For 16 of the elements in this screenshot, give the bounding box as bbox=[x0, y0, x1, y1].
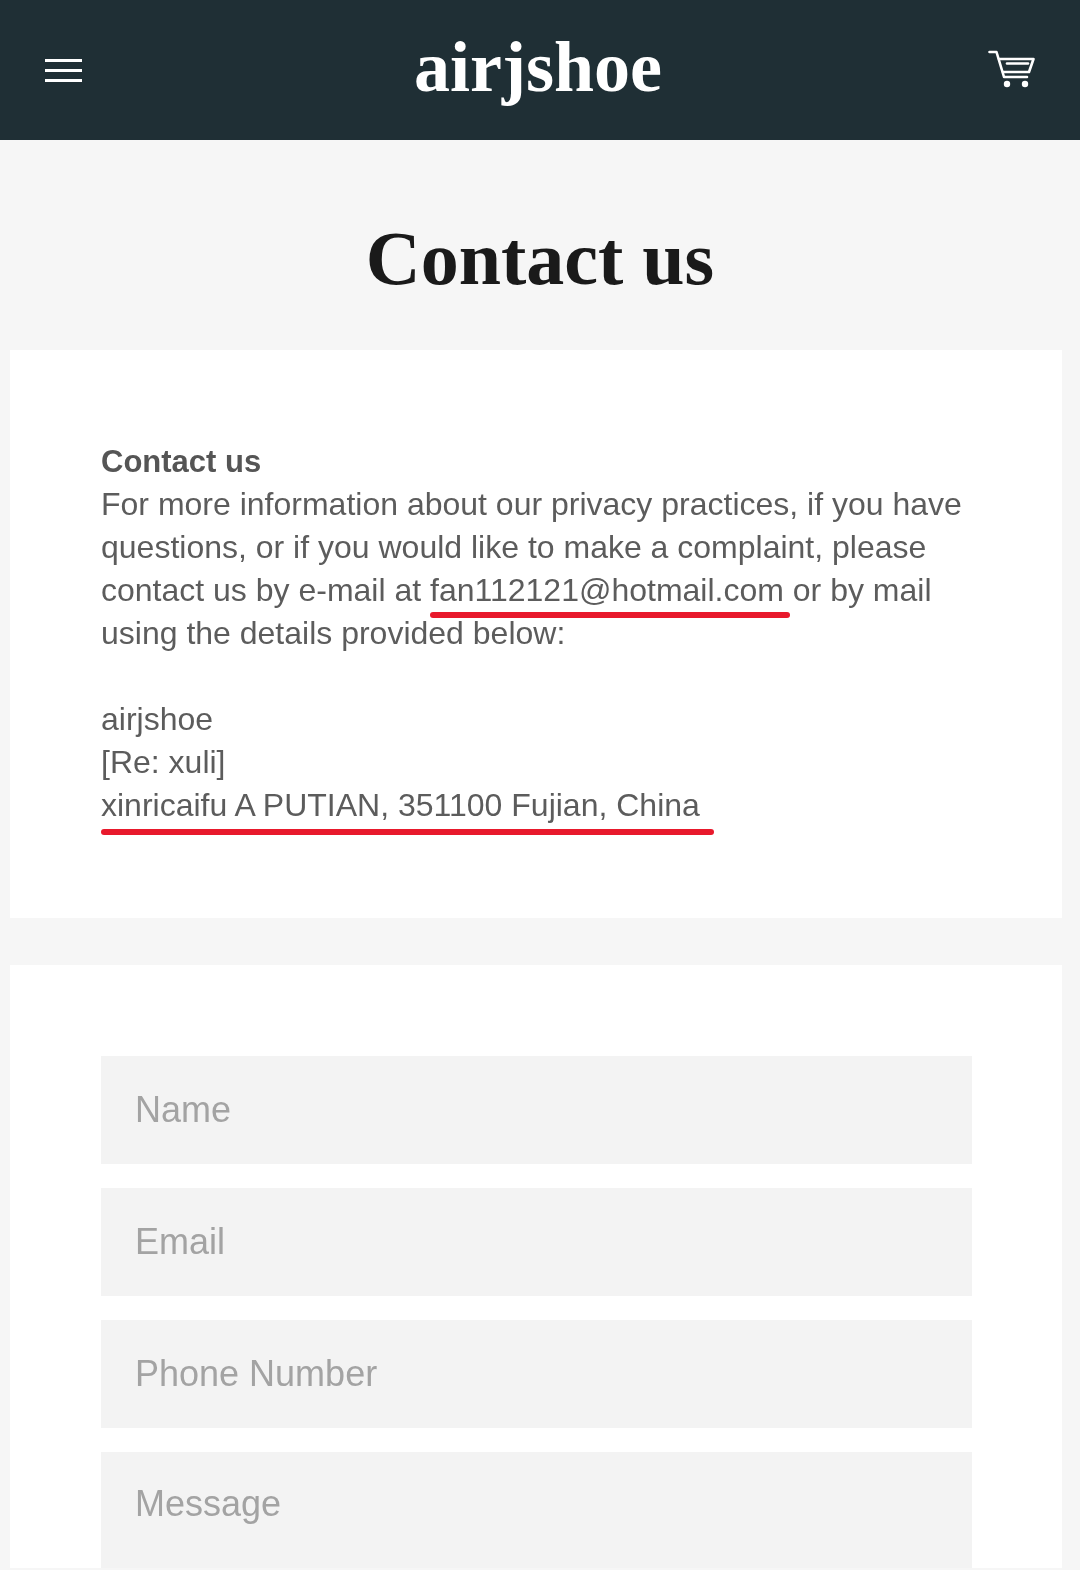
address-line: airjshoe bbox=[101, 700, 214, 739]
contact-paragraph: For more information about our privacy practices, if you have questions, or if you would like to make a complaint, please contact us by e-mail at fan112121@hotmail.com or by mail using the details provided below: bbox=[101, 485, 963, 653]
address-line: xinricaifu A PUTIAN, 351100 Fujian, China bbox=[101, 784, 700, 827]
menu-icon bbox=[45, 58, 82, 82]
address-line: [Re: xuli] bbox=[101, 743, 226, 782]
input-field[interactable]: Email bbox=[101, 1188, 972, 1296]
page-title: Contact us bbox=[364, 215, 716, 302]
store-logo[interactable]: airjshoe bbox=[414, 31, 662, 109]
cart-icon bbox=[988, 49, 1035, 89]
input-field[interactable]: Name bbox=[101, 1056, 972, 1164]
message-field[interactable]: Message bbox=[101, 1452, 972, 1568]
email-link[interactable]: fan112121@hotmail.com bbox=[430, 572, 784, 608]
input-field[interactable]: Phone Number bbox=[101, 1320, 972, 1428]
section-heading: Contact us bbox=[101, 443, 263, 481]
menu-button[interactable] bbox=[45, 58, 82, 82]
cart-button[interactable] bbox=[988, 49, 1035, 89]
